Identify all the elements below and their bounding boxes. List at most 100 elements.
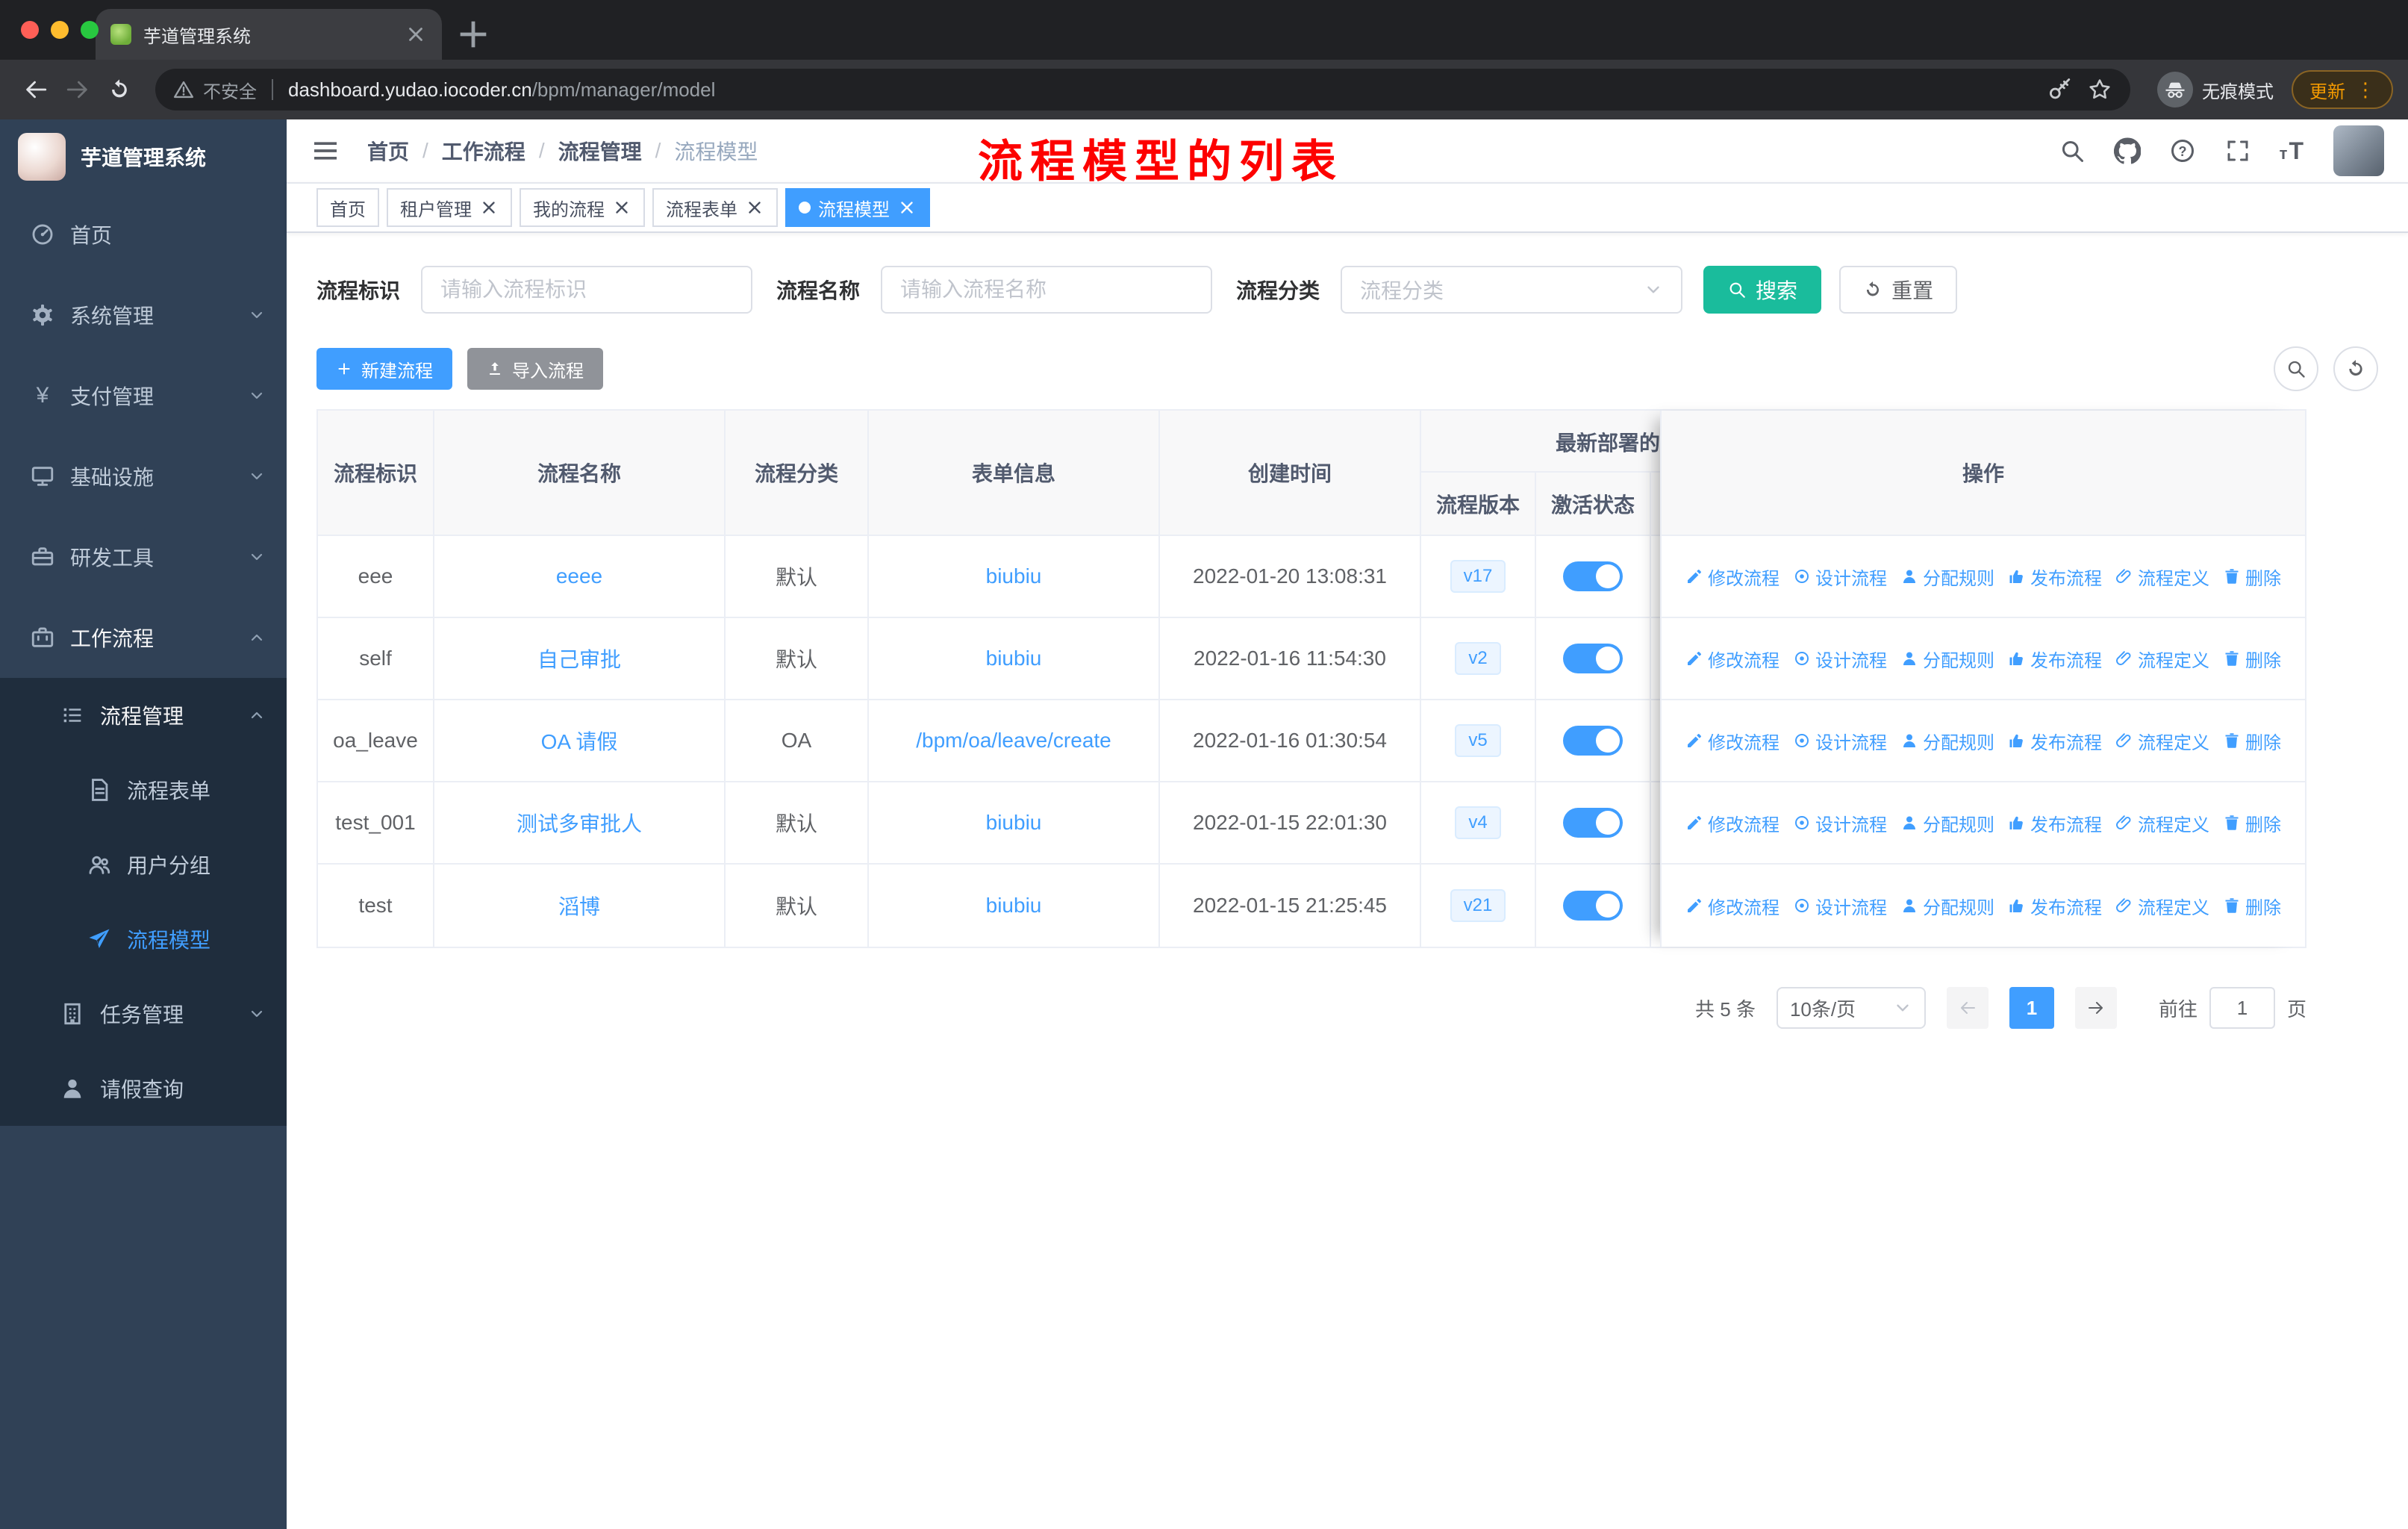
- design-process-action[interactable]: 设计流程: [1793, 893, 1887, 919]
- modify-process-action[interactable]: 修改流程: [1685, 728, 1780, 754]
- traffic-light-close[interactable]: [21, 21, 39, 39]
- delete-action[interactable]: 删除: [2223, 728, 2281, 754]
- reload-button[interactable]: [99, 69, 140, 110]
- search-icon[interactable]: [2059, 137, 2086, 164]
- sidebar-collapse-icon[interactable]: [311, 136, 340, 166]
- status-toggle[interactable]: [1563, 808, 1623, 838]
- font-size-icon[interactable]: тT: [2280, 137, 2305, 165]
- publish-process-action[interactable]: 发布流程: [2008, 893, 2102, 919]
- browser-menu-icon[interactable]: ⋮: [2356, 78, 2375, 102]
- process-name-input[interactable]: [900, 278, 1194, 302]
- delete-action[interactable]: 删除: [2223, 646, 2281, 672]
- sidebar-item-process-model[interactable]: 流程模型: [0, 902, 287, 977]
- sidebar-item-workflow[interactable]: 工作流程: [0, 597, 287, 678]
- form-info-link[interactable]: biubiu: [986, 894, 1042, 918]
- process-definition-action[interactable]: 流程定义: [2115, 564, 2209, 590]
- bookmark-star-icon[interactable]: [2087, 77, 2112, 102]
- design-process-action[interactable]: 设计流程: [1793, 810, 1887, 836]
- prev-page-button[interactable]: [1946, 987, 1989, 1029]
- assign-rule-action[interactable]: 分配规则: [1900, 728, 1994, 754]
- tag-close-icon[interactable]: [479, 198, 499, 217]
- publish-process-action[interactable]: 发布流程: [2008, 728, 2102, 754]
- assign-rule-action[interactable]: 分配规则: [1900, 893, 1994, 919]
- tab-close-icon[interactable]: [405, 23, 427, 46]
- import-process-button[interactable]: 导入流程: [467, 348, 603, 390]
- traffic-light-minimize[interactable]: [51, 21, 69, 39]
- fullscreen-icon[interactable]: [2224, 137, 2251, 164]
- assign-rule-action[interactable]: 分配规则: [1900, 564, 1994, 590]
- back-button[interactable]: [15, 69, 57, 110]
- status-toggle[interactable]: [1563, 561, 1623, 591]
- user-avatar[interactable]: [2333, 125, 2384, 176]
- next-page-button[interactable]: [2074, 987, 2117, 1029]
- sidebar-item-home[interactable]: 首页: [0, 194, 287, 275]
- design-process-action[interactable]: 设计流程: [1793, 646, 1887, 672]
- tag-process-form[interactable]: 流程表单: [652, 188, 778, 227]
- publish-process-action[interactable]: 发布流程: [2008, 810, 2102, 836]
- password-key-icon[interactable]: [2047, 77, 2072, 102]
- form-info-link[interactable]: biubiu: [986, 564, 1042, 588]
- design-process-action[interactable]: 设计流程: [1793, 728, 1887, 754]
- sidebar-item-system[interactable]: 系统管理: [0, 275, 287, 355]
- refresh-table-button[interactable]: [2333, 346, 2378, 391]
- tag-my-process[interactable]: 我的流程: [520, 188, 645, 227]
- breadcrumb-item[interactable]: 工作流程: [442, 136, 525, 166]
- process-definition-action[interactable]: 流程定义: [2115, 646, 2209, 672]
- sidebar-item-task-mgmt[interactable]: 任务管理: [0, 977, 287, 1051]
- process-id-input[interactable]: [440, 278, 734, 302]
- process-name-link[interactable]: 自己审批: [537, 644, 621, 673]
- delete-action[interactable]: 删除: [2223, 893, 2281, 919]
- create-process-button[interactable]: 新建流程: [316, 348, 452, 390]
- publish-process-action[interactable]: 发布流程: [2008, 564, 2102, 590]
- sidebar-item-process-mgmt[interactable]: 流程管理: [0, 678, 287, 753]
- tag-close-icon[interactable]: [897, 198, 917, 217]
- tag-close-icon[interactable]: [612, 198, 631, 217]
- sidebar-item-process-form[interactable]: 流程表单: [0, 753, 287, 827]
- sidebar-item-leave-query[interactable]: 请假查询: [0, 1051, 287, 1126]
- sidebar-item-devtools[interactable]: 研发工具: [0, 517, 287, 597]
- address-bar[interactable]: 不安全 dashboard.yudao.iocoder.cn/bpm/manag…: [155, 69, 2130, 110]
- status-toggle[interactable]: [1563, 891, 1623, 921]
- process-definition-action[interactable]: 流程定义: [2115, 893, 2209, 919]
- process-definition-action[interactable]: 流程定义: [2115, 728, 2209, 754]
- github-icon[interactable]: [2114, 137, 2141, 164]
- breadcrumb-item[interactable]: 流程管理: [558, 136, 642, 166]
- toggle-search-button[interactable]: [2274, 346, 2318, 391]
- tag-process-model[interactable]: 流程模型: [785, 188, 930, 227]
- modify-process-action[interactable]: 修改流程: [1685, 810, 1780, 836]
- process-name-link[interactable]: 测试多审批人: [517, 808, 642, 838]
- help-icon[interactable]: [2169, 137, 2196, 164]
- form-info-link[interactable]: biubiu: [986, 811, 1042, 835]
- process-name-link[interactable]: OA 请假: [541, 726, 618, 756]
- status-toggle[interactable]: [1563, 726, 1623, 756]
- form-info-link[interactable]: biubiu: [986, 647, 1042, 670]
- breadcrumb-item[interactable]: 首页: [367, 136, 409, 166]
- sidebar-item-payment[interactable]: ¥ 支付管理: [0, 355, 287, 436]
- reset-button[interactable]: 重置: [1839, 266, 1958, 314]
- modify-process-action[interactable]: 修改流程: [1685, 564, 1780, 590]
- assign-rule-action[interactable]: 分配规则: [1900, 810, 1994, 836]
- delete-action[interactable]: 删除: [2223, 810, 2281, 836]
- goto-page-input[interactable]: [2210, 988, 2274, 1027]
- process-name-link[interactable]: 滔博: [558, 891, 600, 921]
- search-button[interactable]: 搜索: [1703, 266, 1822, 314]
- tag-tenant[interactable]: 租户管理: [387, 188, 512, 227]
- browser-tab[interactable]: 芋道管理系统: [96, 9, 442, 60]
- form-info-link[interactable]: /bpm/oa/leave/create: [916, 729, 1111, 753]
- tag-home[interactable]: 首页: [316, 188, 379, 227]
- process-name-link[interactable]: eeee: [556, 564, 602, 588]
- tag-close-icon[interactable]: [745, 198, 764, 217]
- browser-update-button[interactable]: 更新 ⋮: [2292, 70, 2393, 109]
- modify-process-action[interactable]: 修改流程: [1685, 646, 1780, 672]
- security-indicator[interactable]: 不安全: [173, 77, 257, 103]
- traffic-light-zoom[interactable]: [81, 21, 99, 39]
- design-process-action[interactable]: 设计流程: [1793, 564, 1887, 590]
- new-tab-button[interactable]: [454, 15, 493, 54]
- process-definition-action[interactable]: 流程定义: [2115, 810, 2209, 836]
- delete-action[interactable]: 删除: [2223, 564, 2281, 590]
- process-category-select[interactable]: 流程分类: [1341, 266, 1683, 314]
- sidebar-item-infra[interactable]: 基础设施: [0, 436, 287, 517]
- sidebar-item-user-group[interactable]: 用户分组: [0, 827, 287, 902]
- current-page-button[interactable]: 1: [2009, 987, 2054, 1029]
- publish-process-action[interactable]: 发布流程: [2008, 646, 2102, 672]
